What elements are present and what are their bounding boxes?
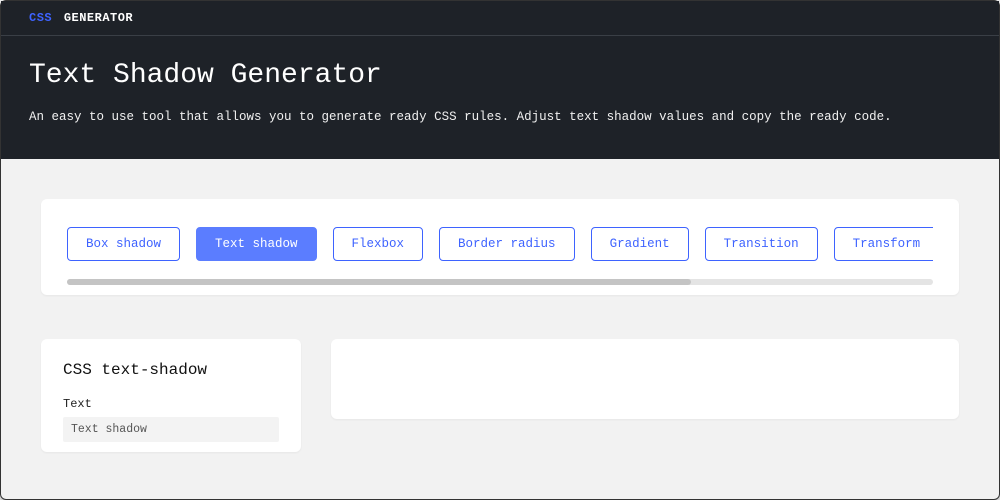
tab-text-shadow[interactable]: Text shadow	[196, 227, 317, 261]
brand-logo[interactable]: CSS GENERATOR	[29, 11, 133, 25]
controls-heading: CSS text-shadow	[63, 361, 279, 379]
tab-transition[interactable]: Transition	[705, 227, 818, 261]
brand-prefix: CSS	[29, 11, 52, 25]
page-title: Text Shadow Generator	[29, 60, 971, 91]
tab-border-radius[interactable]: Border radius	[439, 227, 575, 261]
main-content: Box shadow Text shadow Flexbox Border ra…	[1, 159, 999, 452]
hero-section: Text Shadow Generator An easy to use too…	[1, 36, 999, 159]
tabs-row: Box shadow Text shadow Flexbox Border ra…	[67, 227, 933, 279]
tab-transform[interactable]: Transform	[834, 227, 933, 261]
controls-panel: CSS text-shadow Text	[41, 339, 301, 452]
tab-flexbox[interactable]: Flexbox	[333, 227, 424, 261]
top-bar: CSS GENERATOR	[1, 1, 999, 36]
tab-box-shadow[interactable]: Box shadow	[67, 227, 180, 261]
tabs-scrollbar-thumb[interactable]	[67, 279, 691, 285]
tab-gradient[interactable]: Gradient	[591, 227, 689, 261]
tabs-scrollbar-track[interactable]	[67, 279, 933, 285]
page-subtitle: An easy to use tool that allows you to g…	[29, 107, 971, 127]
text-field-label: Text	[63, 397, 279, 411]
tabs-card: Box shadow Text shadow Flexbox Border ra…	[41, 199, 959, 295]
preview-panel	[331, 339, 959, 419]
text-field-input[interactable]	[63, 417, 279, 442]
brand-suffix: GENERATOR	[64, 11, 133, 25]
panels-row: CSS text-shadow Text	[41, 339, 959, 452]
